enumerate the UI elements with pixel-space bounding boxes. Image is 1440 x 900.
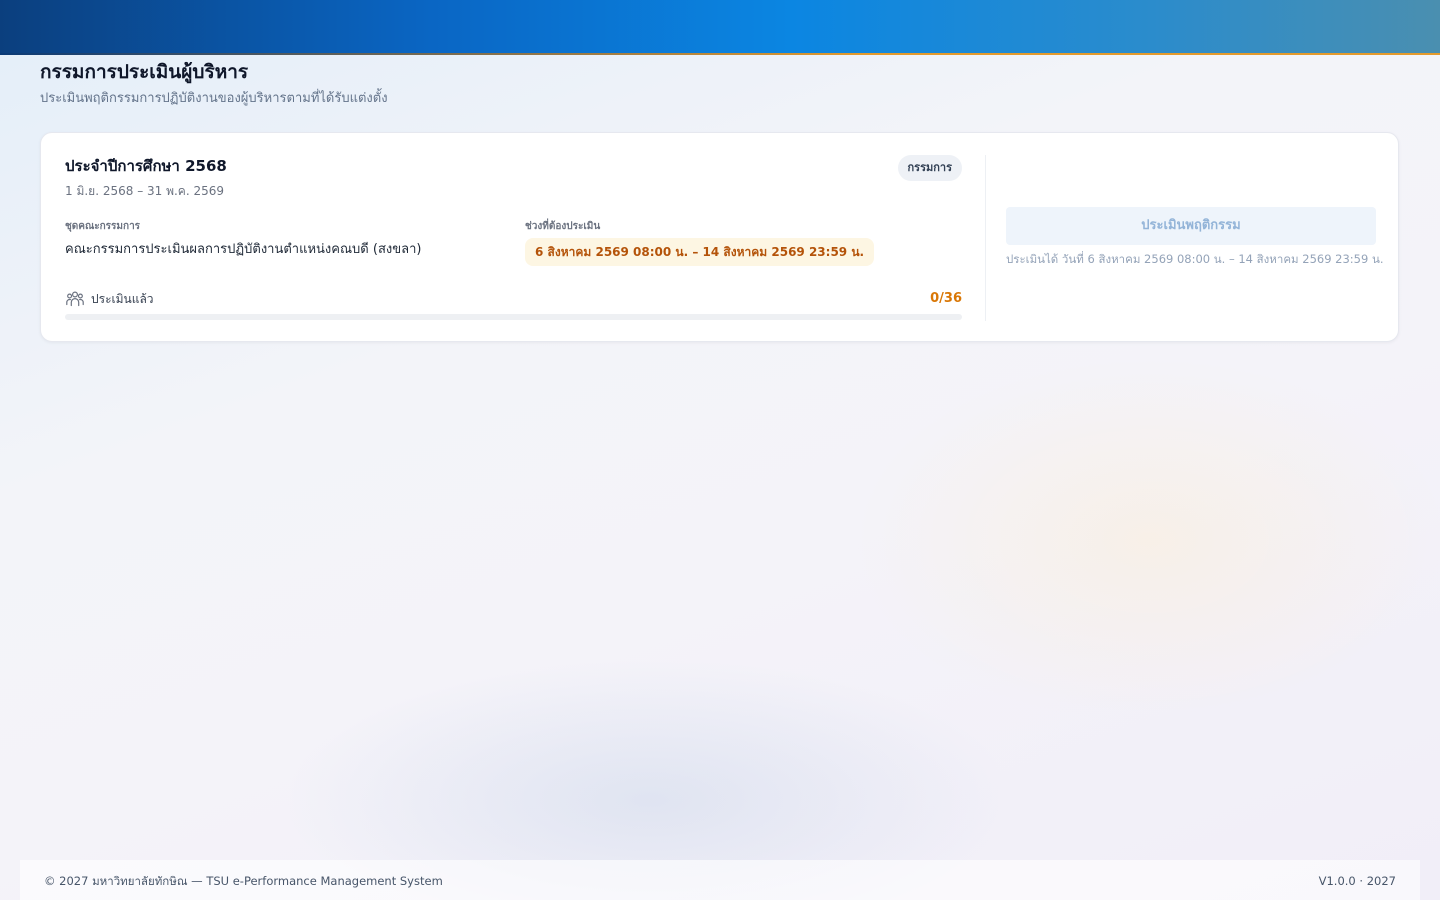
footer-copyright: © 2027 มหาวิทยาลัยทักษิณ — TSU e-Perform…: [44, 874, 443, 888]
page-header: กรรมการประเมินผู้บริหาร ประเมินพฤติกรรมก…: [40, 60, 388, 108]
academic-year-date-range: 1 มิ.ย. 2568 – 31 พ.ค. 2569: [65, 184, 225, 198]
evaluation-period-info: ช่วงที่ต้องประเมิน 6 สิงหาคม 2569 08:00 …: [525, 221, 955, 266]
card-actions: ประเมินพฤติกรรม ประเมินได้ วันที่ 6 สิงห…: [1006, 207, 1384, 267]
users-icon: [65, 289, 85, 309]
evaluation-period-chip: 6 สิงหาคม 2569 08:00 น. – 14 สิงหาคม 256…: [525, 238, 875, 266]
role-badge: กรรมการ: [897, 155, 962, 181]
progress-label: ประเมินแล้ว: [91, 292, 154, 306]
card-details: ประจำปีการศึกษา 2568 1 มิ.ย. 2568 – 31 พ…: [65, 155, 962, 320]
top-navigation-bar: [0, 0, 1440, 55]
progress-count: 0/36: [930, 291, 962, 306]
evaluation-card: ประจำปีการศึกษา 2568 1 มิ.ย. 2568 – 31 พ…: [40, 132, 1399, 342]
evaluation-availability-note: ประเมินได้ วันที่ 6 สิงหาคม 2569 08:00 น…: [1006, 252, 1384, 266]
progress-row: ประเมินแล้ว 0/36: [65, 289, 962, 309]
progress-bar: [65, 314, 962, 320]
footer-version: V1.0.0 · 2027: [1318, 874, 1396, 888]
evaluation-period-label: ช่วงที่ต้องประเมิน: [525, 221, 601, 232]
committee-label: ชุดคณะกรรมการ: [65, 221, 141, 232]
committee-info: ชุดคณะกรรมการ คณะกรรมการประเมินผลการปฏิบ…: [65, 221, 505, 259]
page-subtitle: ประเมินพฤติกรรมการปฏิบัติงานของผู้บริหาร…: [40, 91, 388, 106]
card-divider: [985, 155, 986, 321]
footer: © 2027 มหาวิทยาลัยทักษิณ — TSU e-Perform…: [20, 860, 1420, 900]
academic-year-title: ประจำปีการศึกษา 2568: [65, 157, 227, 175]
committee-value: คณะกรรมการประเมินผลการปฏิบัติงานตำแหน่งค…: [65, 242, 422, 257]
page-title: กรรมการประเมินผู้บริหาร: [40, 61, 249, 83]
evaluate-behavior-button[interactable]: ประเมินพฤติกรรม: [1006, 207, 1376, 245]
